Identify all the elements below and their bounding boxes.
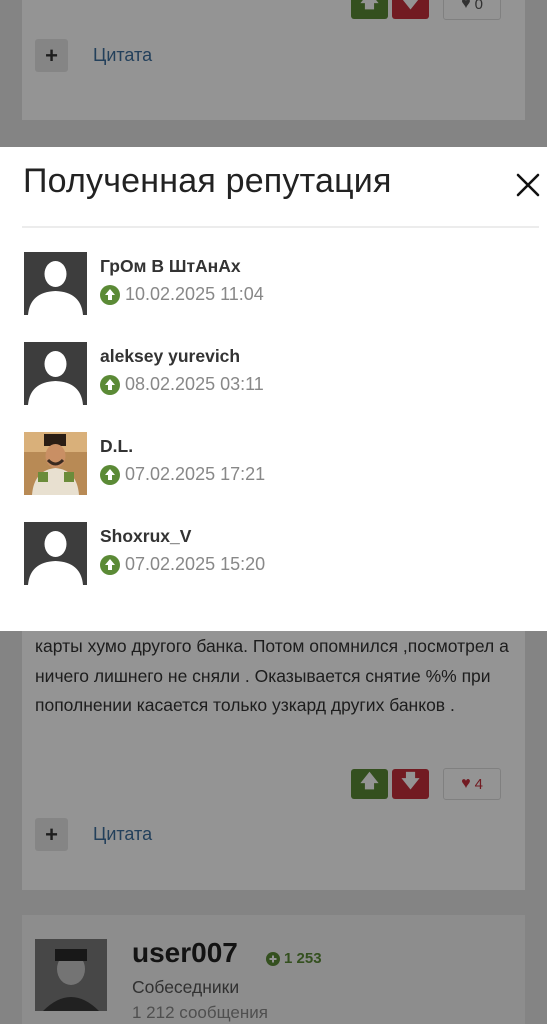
arrow-up-circle-icon [100, 554, 120, 575]
user-name[interactable]: aleksey yurevich [100, 346, 240, 367]
default-avatar-icon [24, 342, 87, 405]
default-avatar-icon [24, 522, 87, 585]
avatar[interactable] [24, 522, 87, 585]
close-button[interactable] [513, 170, 543, 200]
list-item: ГрОм В ШтАнАх 10.02.2025 11:04 [24, 252, 524, 316]
user-name[interactable]: ГрОм В ШтАнАх [100, 256, 241, 277]
user-name[interactable]: Shoxrux_V [100, 526, 191, 547]
dialog-title: Полученная репутация [23, 162, 392, 200]
list-item: Shoxrux_V 07.02.2025 15:20 [24, 522, 524, 586]
reputation-date: 07.02.2025 15:20 [125, 554, 266, 574]
reputation-meta: 08.02.2025 03:11 [100, 374, 264, 395]
arrow-up-circle-icon [100, 374, 120, 395]
user-name[interactable]: D.L. [100, 436, 133, 457]
default-avatar-icon [24, 252, 87, 315]
close-icon [516, 173, 540, 197]
reputation-meta: 10.02.2025 11:04 [100, 284, 264, 305]
reputation-date: 07.02.2025 17:21 [125, 464, 266, 484]
divider [22, 226, 539, 228]
avatar[interactable] [24, 432, 87, 495]
avatar[interactable] [24, 342, 87, 405]
list-item: aleksey yurevich 08.02.2025 03:11 [24, 342, 524, 406]
arrow-up-circle-icon [100, 284, 120, 305]
reputation-date: 10.02.2025 11:04 [125, 284, 264, 304]
photo-avatar-icon [24, 432, 87, 495]
avatar[interactable] [24, 252, 87, 315]
reputation-date: 08.02.2025 03:11 [125, 374, 264, 394]
arrow-up-circle-icon [100, 464, 120, 485]
reputation-meta: 07.02.2025 15:20 [100, 554, 265, 575]
list-item: D.L. 07.02.2025 17:21 [24, 432, 524, 496]
reputation-meta: 07.02.2025 17:21 [100, 464, 265, 485]
